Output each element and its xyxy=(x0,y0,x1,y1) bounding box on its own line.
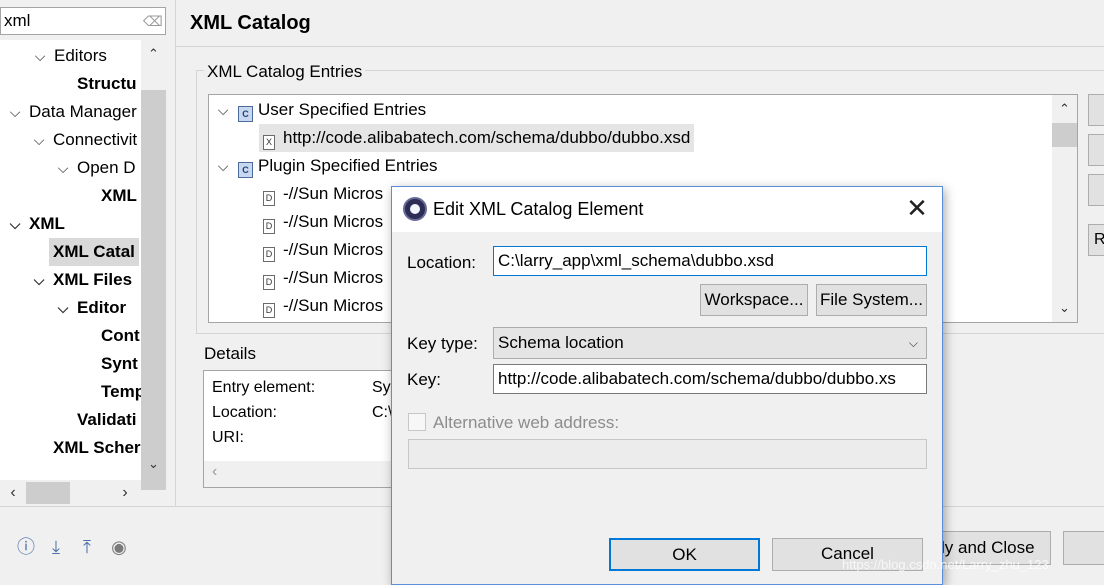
nav-vertical-scrollbar[interactable]: ⌃ ⌄ xyxy=(141,40,166,490)
remove-entry-button[interactable] xyxy=(1088,174,1104,206)
entry-user-specified[interactable]: ⌵ C User Specified Entries xyxy=(214,96,426,124)
scroll-up-icon[interactable]: ⌃ xyxy=(1052,99,1077,119)
entry-dtd[interactable]: D -//Sun Micros xyxy=(263,236,383,264)
edit-entry-button[interactable] xyxy=(1088,134,1104,166)
entry-dtd[interactable]: D -//Sun Micros xyxy=(263,180,383,208)
add-entry-button[interactable] xyxy=(1088,94,1104,126)
dtd-file-icon: D xyxy=(263,191,275,206)
detail-uri-label: URI: xyxy=(212,429,244,446)
close-icon[interactable]: ✕ xyxy=(902,195,932,223)
dtd-file-icon: D xyxy=(263,303,275,318)
tree-node-xml-catalog[interactable]: XML Catal xyxy=(49,238,139,266)
help-icon[interactable]: ⓘ xyxy=(15,536,37,558)
export-icon[interactable]: ⤒ xyxy=(76,536,98,558)
dtd-file-icon: D xyxy=(263,275,275,290)
dtd-file-icon: D xyxy=(263,219,275,234)
title-divider xyxy=(176,46,1104,47)
tree-node-xml[interactable]: ⌵ XML xyxy=(5,210,65,238)
detail-entry-element-value: Sy xyxy=(372,379,391,396)
tree-node-open-data[interactable]: ⌵ Open D xyxy=(53,154,136,182)
tree-node-open-data-xml[interactable]: XML xyxy=(101,182,137,210)
alternative-web-address-checkbox[interactable] xyxy=(408,413,426,431)
expand-icon[interactable]: ⌵ xyxy=(5,98,25,126)
expand-icon[interactable]: ⌵ xyxy=(214,96,232,124)
tree-node-editors[interactable]: ⌵ Editors xyxy=(30,42,107,70)
tree-node-data-management[interactable]: ⌵ Data Manager xyxy=(5,98,137,126)
expand-icon[interactable]: ⌵ xyxy=(53,294,73,322)
scroll-thumb[interactable] xyxy=(1052,123,1077,147)
xsd-file-icon: X xyxy=(263,135,275,150)
scroll-thumb[interactable] xyxy=(141,90,166,490)
filter-input[interactable] xyxy=(4,10,142,32)
record-icon[interactable]: ◉ xyxy=(108,536,130,558)
scroll-left-icon[interactable]: ‹ xyxy=(4,483,22,503)
entry-dtd[interactable]: D -//Sun Micros xyxy=(263,264,383,292)
file-system-button[interactable]: File System... xyxy=(816,284,927,316)
preferences-tree: ⌵ Editors Structu ⌵ Data Manager ⌵ Connecti… xyxy=(0,40,141,480)
tree-node-content-assist[interactable]: Cont xyxy=(101,322,140,350)
edit-catalog-element-dialog: Edit XML Catalog Element ✕ Location: C:\… xyxy=(391,186,943,585)
tree-node-templates[interactable]: Temp xyxy=(101,378,141,406)
chevron-down-icon: ⌵ xyxy=(908,336,918,350)
key-type-label: Key type: xyxy=(407,334,478,353)
nav-horizontal-scrollbar[interactable]: ‹ › xyxy=(0,480,141,506)
expand-icon[interactable]: ⌵ xyxy=(30,42,50,70)
tree-node-xml-files[interactable]: ⌵ XML Files xyxy=(29,266,132,294)
entries-vertical-scrollbar[interactable]: ⌃ ⌄ xyxy=(1052,95,1077,322)
dialog-title: Edit XML Catalog Element xyxy=(433,199,644,219)
key-label: Key: xyxy=(407,370,442,389)
expand-icon[interactable]: ⌵ xyxy=(214,152,232,180)
alternative-web-address-label: Alternative web address: xyxy=(433,413,620,432)
expand-icon[interactable]: ⌵ xyxy=(5,210,25,238)
entry-dtd[interactable]: D -//Sun Micros xyxy=(263,208,383,236)
entry-plugin-specified[interactable]: ⌵ C Plugin Specified Entries xyxy=(214,152,438,180)
details-label: Details xyxy=(204,344,256,363)
expand-icon[interactable]: ⌵ xyxy=(29,266,49,294)
tree-node-xml-schema[interactable]: XML Scher xyxy=(53,434,141,462)
detail-entry-element-label: Entry element: xyxy=(212,379,316,396)
import-icon[interactable]: ⤓ xyxy=(45,536,67,558)
scroll-left-icon[interactable]: ‹ xyxy=(212,463,217,481)
dtd-file-icon: D xyxy=(263,247,275,262)
scroll-down-icon[interactable]: ⌄ xyxy=(1052,298,1077,318)
filter-field[interactable]: ⌫ xyxy=(0,7,166,35)
expand-icon[interactable]: ⌵ xyxy=(29,126,49,154)
eclipse-icon xyxy=(403,197,427,221)
cancel-preferences-button[interactable] xyxy=(1063,531,1104,565)
scroll-up-icon[interactable]: ⌃ xyxy=(141,44,166,64)
alternative-web-address-input[interactable] xyxy=(408,439,927,469)
reload-entries-button[interactable]: R xyxy=(1088,224,1104,256)
tree-node-structure[interactable]: Structu xyxy=(77,70,137,98)
page-title: XML Catalog xyxy=(190,12,311,34)
dialog-titlebar: Edit XML Catalog Element ✕ xyxy=(392,187,942,232)
watermark: https://blog.csdn.net/Larry_zhu_123 xyxy=(842,557,1049,572)
tree-node-syntax-coloring[interactable]: Synt xyxy=(101,350,138,378)
ok-button[interactable]: OK xyxy=(609,538,760,571)
detail-location-label: Location: xyxy=(212,404,277,421)
workspace-button[interactable]: Workspace... xyxy=(700,284,808,316)
details-box: Entry element: Sy Location: C:\ URI: ‹ xyxy=(203,370,403,488)
location-label: Location: xyxy=(407,253,476,272)
details-horizontal-scrollbar[interactable]: ‹ xyxy=(204,461,402,487)
entry-dtd[interactable]: D -//Sun Micros xyxy=(263,292,383,320)
key-input[interactable]: http://code.alibabatech.com/schema/dubbo… xyxy=(493,364,927,394)
scroll-right-icon[interactable]: › xyxy=(116,483,134,503)
catalog-entries-label: XML Catalog Entries xyxy=(204,62,366,82)
tree-node-editor[interactable]: ⌵ Editor xyxy=(53,294,126,322)
catalog-icon: C xyxy=(238,162,253,178)
location-input[interactable]: C:\larry_app\xml_schema\dubbo.xsd xyxy=(493,246,927,276)
entry-dubbo-xsd[interactable]: Xhttp://code.alibabatech.com/schema/dubb… xyxy=(259,124,695,152)
scroll-down-icon[interactable]: ⌄ xyxy=(141,454,166,474)
key-type-select[interactable]: Schema location ⌵ xyxy=(493,327,927,359)
tree-node-validation[interactable]: Validati xyxy=(77,406,137,434)
clear-filter-icon[interactable]: ⌫ xyxy=(143,11,163,31)
tree-node-connectivity[interactable]: ⌵ Connectivit xyxy=(29,126,137,154)
scroll-thumb[interactable] xyxy=(26,482,70,504)
expand-icon[interactable]: ⌵ xyxy=(53,154,73,182)
catalog-icon: C xyxy=(238,106,253,122)
detail-location-value: C:\ xyxy=(372,404,393,421)
